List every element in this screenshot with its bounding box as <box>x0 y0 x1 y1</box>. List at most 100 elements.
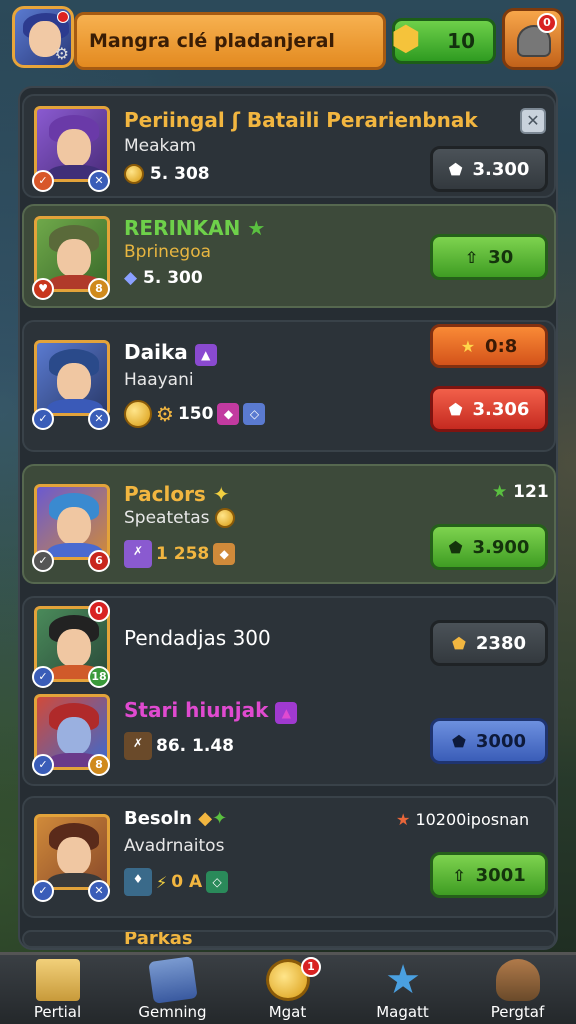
badge-icon: 8 <box>88 754 110 776</box>
star-icon: ★ <box>460 336 476 356</box>
item-name: RERINKAN ★ <box>124 216 266 240</box>
character-portrait <box>34 340 110 416</box>
player-avatar[interactable]: ⚙ <box>12 6 74 68</box>
tab-mgat[interactable]: 1 Mgat <box>230 955 345 1024</box>
tab-gemning[interactable]: Gemning <box>115 955 230 1024</box>
gem-icon: ◆ <box>217 403 240 425</box>
badge-icon: 8 <box>88 278 110 300</box>
currency-counter[interactable]: ⬢ 10 <box>391 18 496 64</box>
item-value: ✗ 1 258 ◆ <box>124 540 236 568</box>
notification-badge: 1 <box>301 957 321 977</box>
item-name: Daika ▲ <box>124 340 217 366</box>
coin-icon <box>124 400 152 428</box>
sword-icon: ✗ <box>124 732 152 760</box>
item-name: Besoln ◆✦ <box>124 808 228 829</box>
page-title: Mangra clé pladanjeral <box>74 12 386 70</box>
star-icon: ★ <box>385 957 421 1003</box>
book-icon <box>148 956 198 1004</box>
map-icon <box>36 959 80 1001</box>
item-name: Parkas <box>124 930 193 948</box>
shield-icon: ⬟ <box>451 633 466 653</box>
helmet-badge: 0 <box>537 13 557 33</box>
price-button[interactable]: ⬟ 3000 <box>430 718 548 764</box>
gem-icon: ⬢ <box>391 19 421 59</box>
sword-icon: ✗ <box>124 540 152 568</box>
badge-icon: ✓ <box>32 170 54 192</box>
badge-icon: 18 <box>88 666 110 688</box>
item-value: ♦ ⚡ 0 A ◇ <box>124 868 229 896</box>
price-button[interactable]: ⬟ 3.900 <box>430 524 548 570</box>
item-value: ◆ 5. 300 <box>124 268 203 288</box>
price-button[interactable]: ⬟ 3.300 <box>430 146 548 192</box>
item-value: 5. 308 <box>124 164 210 184</box>
list-item[interactable]: ♥ 8 RERINKAN ★ Bprinegoa ◆ 5. 300 ⇧ 30 <box>22 204 556 308</box>
close-icon[interactable]: ✕ <box>520 108 546 134</box>
price-button[interactable]: ⇧ 3001 <box>430 852 548 898</box>
top-bar: ⚙ Mangra clé pladanjeral ⬢ 10 0 <box>0 0 576 82</box>
list-item[interactable]: 0 ✓ 18 Pendadjas 300 ⬟ 2380 ✓ 8 Stari hiu… <box>22 596 556 786</box>
item-subtitle: Bprinegoa <box>124 242 212 262</box>
bottom-nav: Pertial Gemning 1 Mgat ★ Magatt Pergtaf <box>0 952 576 1024</box>
tab-magatt[interactable]: ★ Magatt <box>345 955 460 1024</box>
price-button[interactable]: ⬟ 3.306 <box>430 386 548 432</box>
leaf-icon: ✦ <box>212 808 228 829</box>
feather-icon: ✦ <box>212 482 230 506</box>
list-item[interactable]: Parkas <box>22 930 556 948</box>
coin-icon <box>214 508 235 528</box>
item-name: Stari hiunjak ▲ <box>124 698 298 724</box>
shield-icon: ⬟ <box>448 399 463 419</box>
gear-icon: ⚙ <box>54 44 69 63</box>
badge-icon: ✓ <box>32 880 54 902</box>
notification-badge: 0 <box>88 600 110 622</box>
badge-icon: ✓ <box>32 550 54 572</box>
tab-pertial[interactable]: Pertial <box>0 955 115 1024</box>
item-subtitle: Speatetas <box>124 508 235 528</box>
badge-icon: ✓ <box>32 408 54 430</box>
item-name: Pendadjas 300 <box>124 626 271 650</box>
badge-icon: ✕ <box>88 170 110 192</box>
star-icon: ★ <box>247 216 266 240</box>
list-item[interactable]: ✓ ✕ Periingal ʃ Bataili Perarienbnak Mea… <box>22 94 556 198</box>
reward-button[interactable]: ★ 0:8 <box>430 324 548 368</box>
list-item[interactable]: ✓ ✕ Besoln ◆✦ Avadrnaitos ♦ ⚡ 0 A ◇ ★ 10… <box>22 796 556 918</box>
price-button[interactable]: ⇧ 30 <box>430 234 548 280</box>
item-subtitle: Meakam <box>124 136 197 156</box>
chest-icon: ◆ <box>198 808 213 829</box>
star-icon: ★ <box>396 810 411 829</box>
price-button[interactable]: ⬟ 2380 <box>430 620 548 666</box>
shard-icon: ◆ <box>213 543 236 565</box>
hero-icon <box>496 959 540 1001</box>
crystal-icon: ◇ <box>206 871 229 893</box>
tab-pergtaf[interactable]: Pergtaf <box>460 955 575 1024</box>
item-subtitle: Avadrnaitos <box>124 836 225 856</box>
corner-value: ★ 121 <box>492 482 549 502</box>
coin-icon <box>124 164 144 184</box>
item-name: Paclors ✦ <box>124 482 230 506</box>
item-name: Periingal ʃ Bataili Perarienbnak <box>124 108 478 132</box>
corner-value: ★ 10200iposnan <box>396 810 530 829</box>
helmet-button[interactable]: 0 <box>502 8 564 70</box>
character-list: ✓ ✕ Periingal ʃ Bataili Perarienbnak Mea… <box>18 86 558 950</box>
rank-icon: ▲ <box>194 344 217 366</box>
notification-dot <box>57 11 69 23</box>
badge-icon: ✓ <box>32 666 54 688</box>
item-value: ⚙ 150 ◆ ◇ <box>124 400 266 428</box>
arrow-up-icon: ⇧ <box>464 247 479 267</box>
pouch-icon: ♦ <box>124 868 152 896</box>
star-icon: ★ <box>492 482 508 502</box>
bolt-icon: ⚡ <box>156 872 168 892</box>
currency-value: 10 <box>447 29 475 53</box>
arrow-up-icon: ⇧ <box>452 865 466 885</box>
item-value: ✗ 86. 1.48 <box>124 732 234 760</box>
rank-icon: ▲ <box>275 702 298 724</box>
badge-icon: ✓ <box>32 754 54 776</box>
list-item[interactable]: ✓ ✕ Daika ▲ Haayani ⚙ 150 ◆ ◇ ★ 0:8 ⬟ 3.30… <box>22 320 556 452</box>
badge-icon: ✕ <box>88 880 110 902</box>
list-item[interactable]: ✓ 6 Paclors ✦ Speatetas ✗ 1 258 ◆ ★ 121 … <box>22 464 556 584</box>
shield-icon: ⬟ <box>448 537 463 557</box>
gear-icon: ⚙ <box>156 402 174 426</box>
crystal-icon: ◇ <box>243 403 266 425</box>
character-portrait <box>34 814 110 890</box>
item-subtitle: Haayani <box>124 370 194 390</box>
shield-icon: ⬟ <box>448 159 463 179</box>
